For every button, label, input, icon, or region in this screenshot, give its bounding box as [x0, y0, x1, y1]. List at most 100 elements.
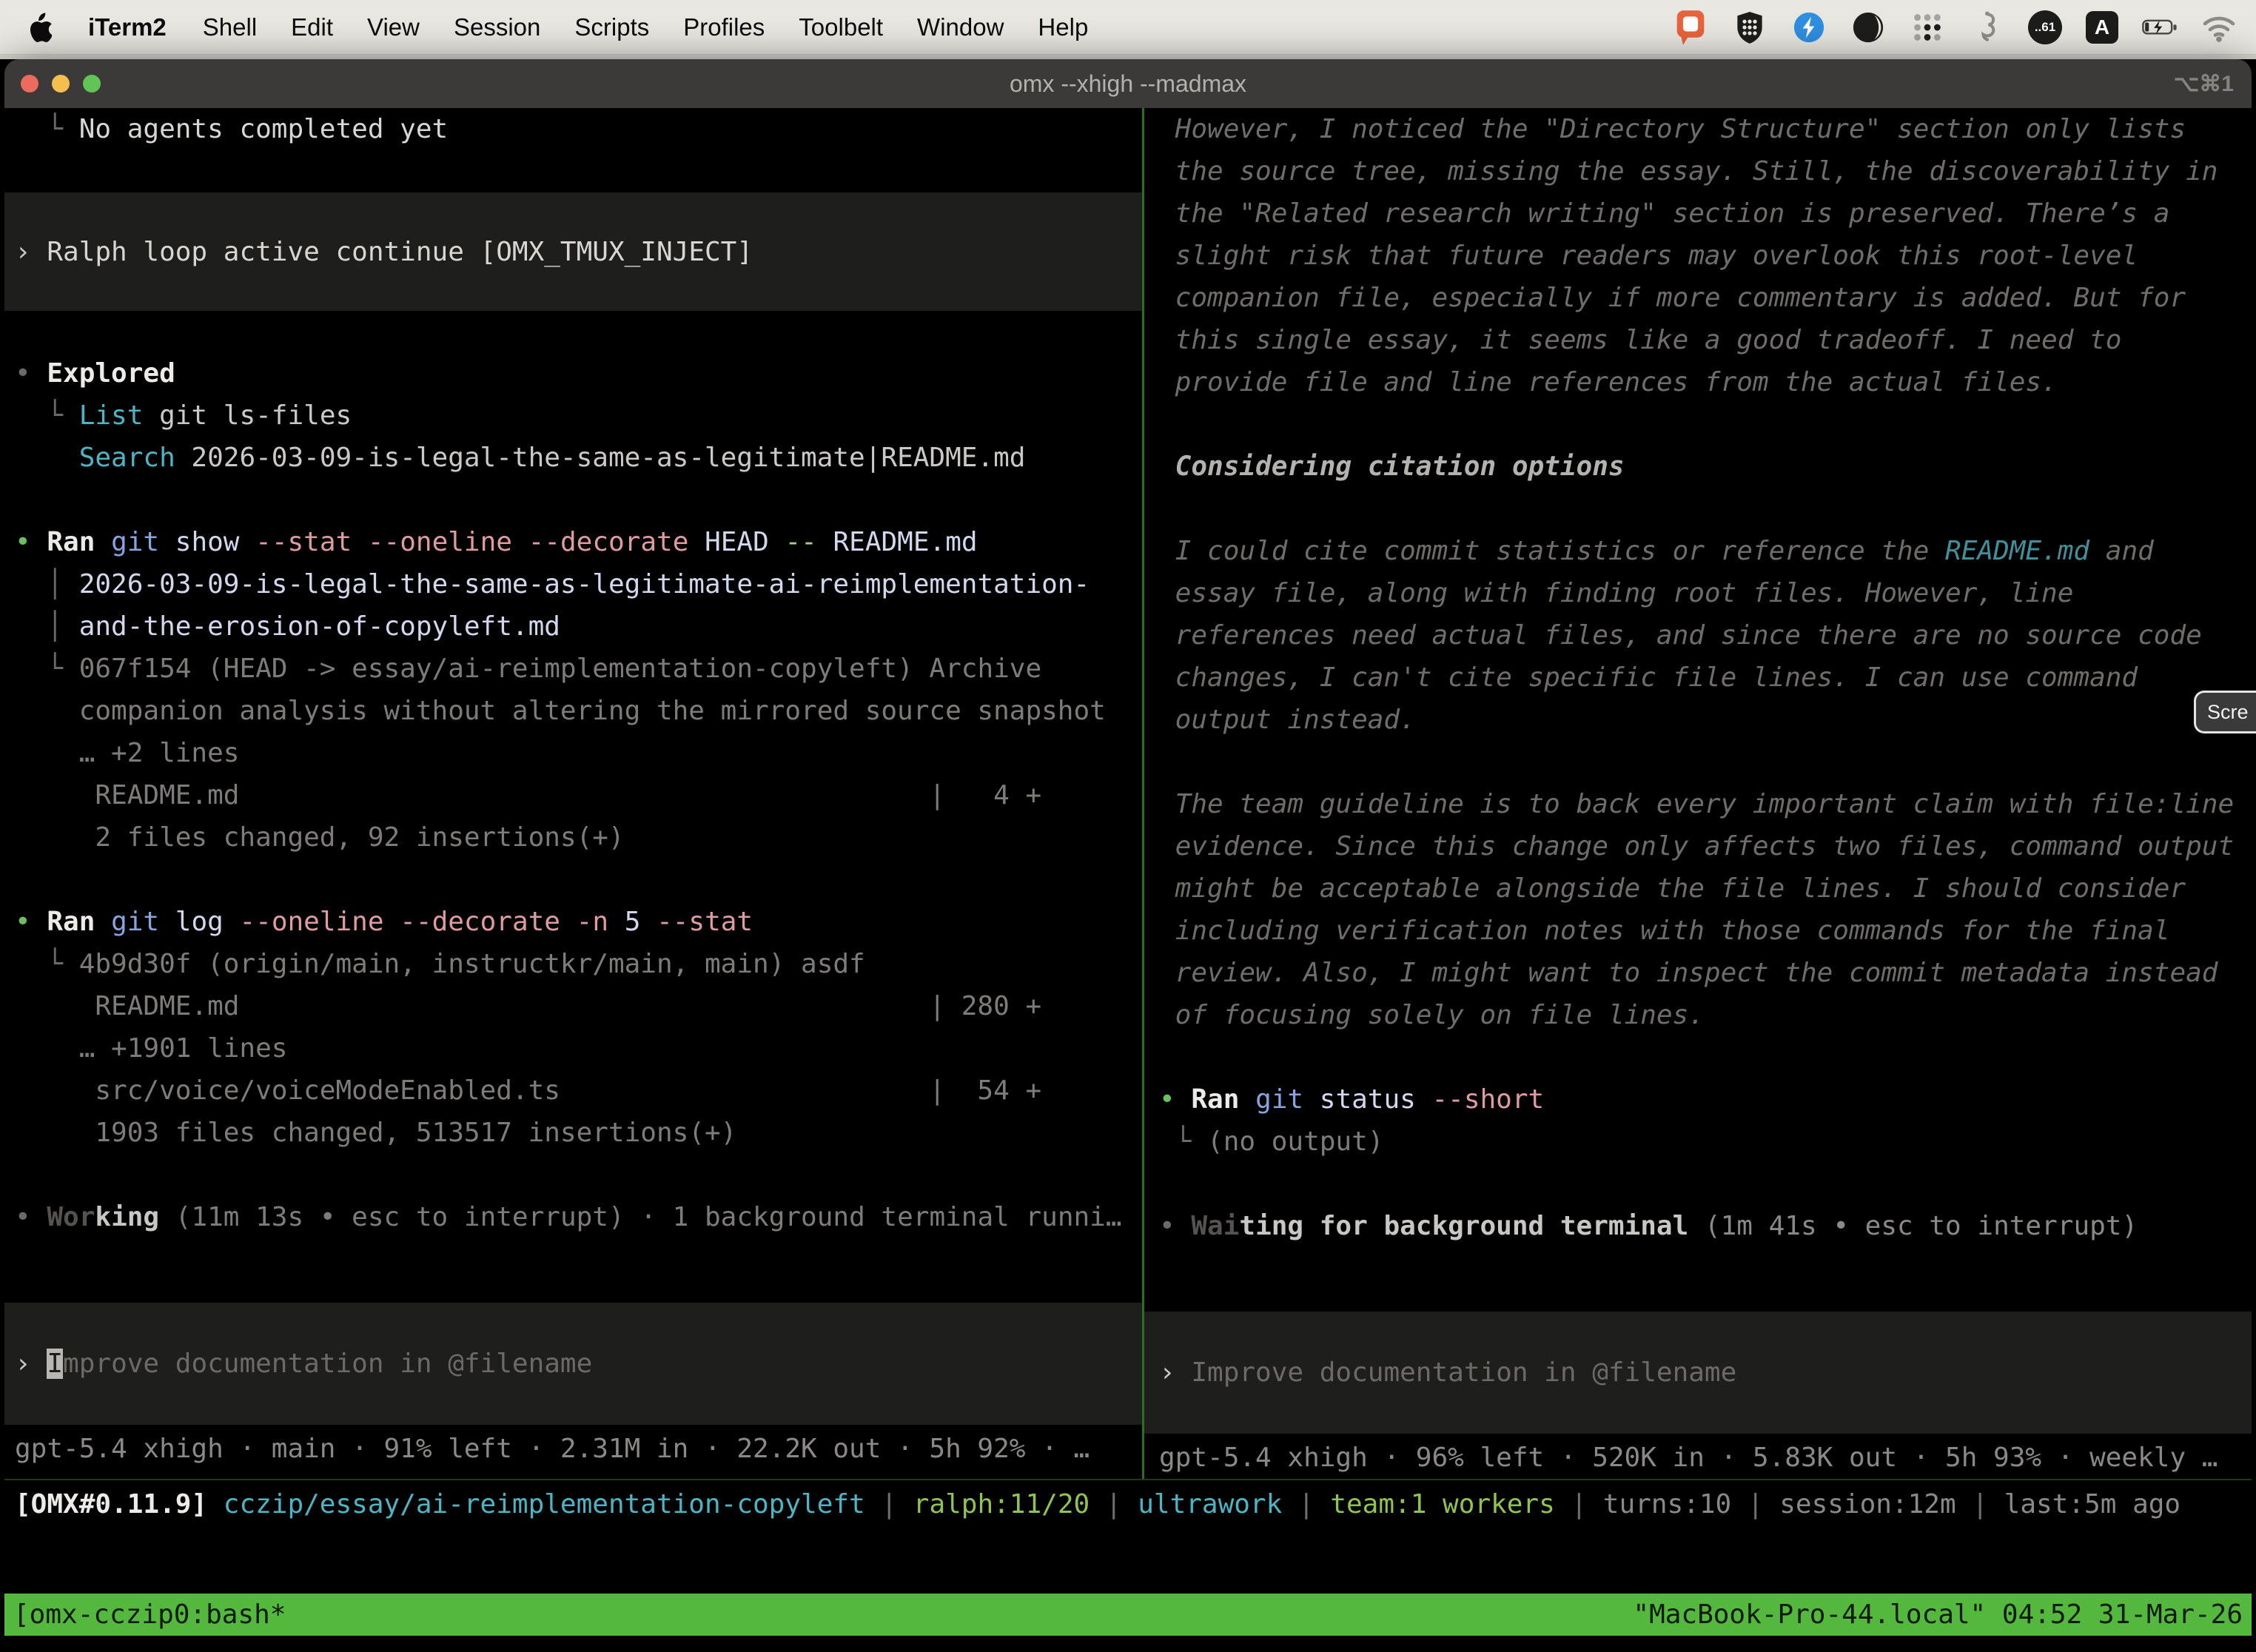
- box-line: › Ralph loop active continue [OMX_TMUX_I…: [15, 231, 753, 273]
- menu-item-shell[interactable]: Shell: [186, 13, 274, 41]
- terminal-line: • Working (11m 13s • esc to interrupt) ·…: [15, 1196, 1142, 1238]
- window-title-bar[interactable]: omx --xhigh --madmax ⌥⌘1: [4, 59, 2252, 108]
- terminal-line: including verification notes with those …: [1159, 910, 2252, 952]
- ralph-loop-banner[interactable]: › Ralph loop active continue [OMX_TMUX_I…: [4, 192, 1142, 311]
- tmux-status-bar: [omx-cczip0:bash* "MacBook-Pro-44.local"…: [4, 1594, 2252, 1636]
- text-segment: ralph:11/20: [913, 1489, 1090, 1520]
- apple-menu[interactable]: [27, 13, 71, 42]
- terminal-line: Search 2026-03-09-is-legal-the-same-as-l…: [15, 437, 1142, 479]
- terminal-line: provide file and line references from th…: [1159, 361, 2252, 403]
- a-app-icon[interactable]: A: [2086, 11, 2118, 44]
- battery-charging-icon[interactable]: [2142, 8, 2178, 47]
- text-segment: |: [865, 1489, 913, 1520]
- wifi-icon[interactable]: [2201, 8, 2237, 47]
- text-segment: git: [95, 527, 159, 557]
- menu-item-toolbelt[interactable]: Toolbelt: [782, 13, 900, 41]
- text-segment: No agents completed yet: [79, 114, 449, 144]
- terminal-line: essay file, along with finding root file…: [1159, 572, 2252, 614]
- text-segment: HEAD: [688, 527, 785, 557]
- terminal-line: output instead.: [1159, 699, 2252, 741]
- menu-item-edit[interactable]: Edit: [274, 13, 350, 41]
- terminal-line: 1903 files changed, 513517 insertions(+): [15, 1112, 1142, 1154]
- text-segment: turns:10: [1603, 1489, 1731, 1520]
- terminal-line: The team guideline is to back every impo…: [1159, 783, 2252, 825]
- window-shortcut-badge: ⌥⌘1: [2174, 71, 2234, 97]
- terminal-line: │ and-the-erosion-of-copyleft.md: [15, 605, 1142, 648]
- window-title: omx --xhigh --madmax: [4, 70, 2252, 98]
- text-segment: --oneline: [368, 527, 512, 557]
- dark-pie-icon[interactable]: [1850, 8, 1886, 47]
- text-segment: the "Related research writing" section i…: [1159, 198, 2169, 229]
- right-prompt-input[interactable]: › Improve documentation in @filename: [1144, 1312, 2252, 1434]
- text-segment: [512, 527, 528, 557]
- terminal-line: this single essay, it seems like a good …: [1159, 319, 2252, 361]
- text-segment: essay file, along with finding root file…: [1159, 578, 2073, 608]
- text-segment: Explored: [47, 358, 175, 389]
- model-status-line: gpt-5.4 xhigh · 96% left · 520K in · 5.8…: [1159, 1437, 2252, 1479]
- text-segment: cczip/essay/ai-reimplementation-copyleft: [207, 1489, 865, 1520]
- menu-item-scripts[interactable]: Scripts: [557, 13, 666, 41]
- terminal-line: src/voice/voiceModeEnabled.ts | 54 +: [15, 1070, 1142, 1112]
- text-segment: last:5m ago: [2004, 1489, 2181, 1520]
- text-segment: references need actual files, and since …: [1159, 620, 2202, 651]
- text-segment: ultrawork: [1138, 1489, 1282, 1520]
- text-segment: README.md: [1945, 536, 2089, 566]
- menu-item-profiles[interactable]: Profiles: [666, 13, 782, 41]
- spacer: [1159, 1036, 2252, 1078]
- gauge-61-icon[interactable]: ..61: [2028, 10, 2062, 44]
- spacer: [1159, 741, 2252, 783]
- menu-item-session[interactable]: Session: [437, 13, 557, 41]
- dots-grid-icon[interactable]: [1910, 8, 1945, 47]
- terminal-line: I could cite commit statistics or refere…: [1159, 530, 2252, 572]
- text-segment: |: [1555, 1489, 1603, 1520]
- menu-item-iterm2[interactable]: iTerm2: [71, 13, 186, 41]
- text-segment: Ran: [47, 907, 95, 937]
- text-segment: I could cite commit statistics or refere…: [1159, 536, 1945, 566]
- text-segment: │: [15, 611, 79, 642]
- terminal-line: companion file, especially if more comme…: [1159, 277, 2252, 319]
- text-segment: However, I noticed the "Directory Struct…: [1159, 114, 2186, 144]
- terminal-line: review. Also, I might want to inspect th…: [1159, 952, 2252, 994]
- text-segment: │: [15, 569, 79, 600]
- text-segment: might be acceptable alongside the file l…: [1159, 873, 2186, 904]
- tmux-panes: └ No agents completed yet › Ralph loop ac…: [4, 108, 2252, 1480]
- terminal-line: • Explored: [15, 352, 1142, 394]
- text-segment: •: [15, 358, 47, 389]
- text-segment: Ran: [47, 527, 95, 557]
- terminal-line: └ 067f154 (HEAD -> essay/ai-reimplementa…: [15, 648, 1142, 690]
- text-segment: ›: [15, 237, 47, 267]
- left-agent-pane: └ No agents completed yet › Ralph loop ac…: [4, 108, 1142, 1479]
- text-segment: --oneline: [239, 907, 383, 937]
- text-segment: 2026-03-09-is-legal-the-same-as-legitima…: [175, 443, 1026, 473]
- text-segment: 2026-03-09-is-legal-the-same-as-legitima…: [79, 569, 1090, 600]
- text-segment: Wai: [1191, 1211, 1239, 1241]
- screen-edge-chip[interactable]: Scre: [2194, 691, 2256, 733]
- text-segment: output instead.: [1159, 705, 1416, 735]
- text-segment: mprove documentation in @filename: [63, 1349, 592, 1379]
- text-segment: 067f154 (HEAD -> essay/ai-reimplementati…: [79, 654, 1041, 684]
- chat-app-icon[interactable]: [1673, 8, 1708, 47]
- text-segment: (11m 13s • esc to interrupt) · 1 backgro…: [159, 1202, 1121, 1232]
- blue-badge-icon[interactable]: [1791, 8, 1827, 47]
- shield-keypad-icon[interactable]: [1732, 8, 1767, 47]
- text-segment: (no output): [1207, 1126, 1383, 1157]
- text-segment: └: [15, 400, 79, 431]
- text-segment: The team guideline is to back every impo…: [1159, 789, 2234, 819]
- text-segment: Improve documentation in @filename: [1191, 1357, 1736, 1388]
- text-segment: gpt-5.4 xhigh · 96% left · 520K in · 5.8…: [1159, 1443, 2218, 1473]
- text-segment: •: [15, 907, 47, 937]
- terminal-line: • Waiting for background terminal (1m 41…: [1159, 1205, 2252, 1247]
- text-segment: [560, 907, 577, 937]
- text-segment: └: [1159, 1126, 1207, 1157]
- terminal-line: changes, I can't cite specific file line…: [1159, 657, 2252, 699]
- left-prompt-input[interactable]: › Improve documentation in @filename: [4, 1303, 1142, 1425]
- menu-item-view[interactable]: View: [350, 13, 437, 41]
- menu-item-window[interactable]: Window: [900, 13, 1021, 41]
- text-segment: |: [1282, 1489, 1330, 1520]
- text-segment: Search: [15, 443, 175, 473]
- tmux-host-clock: "MacBook-Pro-44.local" 04:52 31-Mar-26: [1633, 1594, 2243, 1636]
- iterm2-window: omx --xhigh --madmax ⌥⌘1 └ No agents com…: [4, 59, 2252, 1652]
- seahorse-icon[interactable]: [1969, 8, 2004, 47]
- menu-bar-status-icons: ..61 A: [1673, 8, 2256, 47]
- menu-item-help[interactable]: Help: [1021, 13, 1105, 41]
